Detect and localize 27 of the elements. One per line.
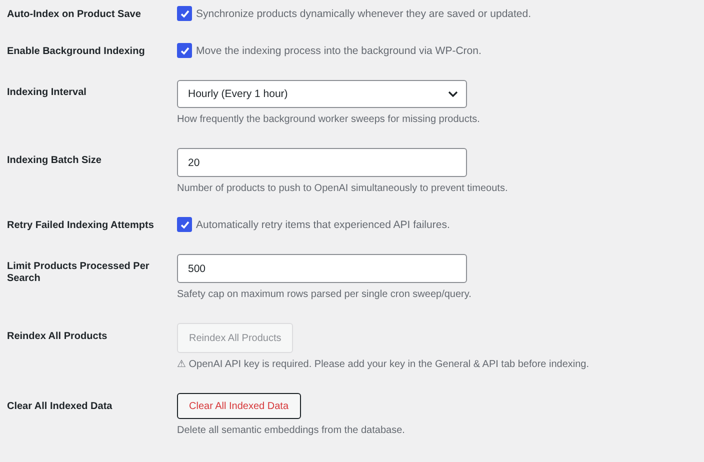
checkbox-label: Automatically retry items that experienced API failures. — [196, 218, 450, 230]
field-description: Number of products to push to OpenAI simultaneously to prevent timeouts. — [177, 183, 508, 195]
check-icon — [180, 46, 190, 56]
chevron-down-icon — [448, 91, 458, 97]
clear-data-button[interactable]: Clear All Indexed Data — [177, 393, 301, 419]
checkbox[interactable] — [177, 6, 192, 21]
field-description: ⚠ OpenAI API key is required. Please add your key in the General & API tab before indexing. — [177, 359, 590, 371]
setting-label: Indexing Interval — [7, 86, 88, 100]
field-description: Delete all semantic embeddings from the database. — [177, 425, 405, 437]
check-icon — [180, 8, 190, 18]
checkbox[interactable] — [177, 43, 192, 58]
field-description: How frequently the background worker sweeps for missing products. — [177, 114, 480, 126]
interval-select[interactable]: Hourly (Every 1 hour) — [177, 80, 467, 108]
checkbox[interactable] — [177, 217, 192, 232]
setting-label: Indexing Batch Size — [7, 154, 102, 168]
checkbox-label: Synchronize products dynamically whenever they are saved or updated. — [196, 8, 532, 20]
field-description: Safety cap on maximum rows parsed per single cron sweep/query. — [177, 289, 472, 301]
check-icon — [180, 220, 190, 230]
setting-label: Reindex All Products — [7, 330, 108, 344]
setting-label: Enable Background Indexing — [7, 45, 146, 58]
setting-label: Limit Products Processed Per Search — [7, 260, 150, 286]
input-field[interactable]: 20 — [177, 148, 467, 177]
setting-label: Clear All Indexed Data — [7, 400, 114, 414]
setting-label: Retry Failed Indexing Attempts — [7, 219, 155, 232]
checkbox-label: Move the indexing process into the background via WP-Cron. — [196, 44, 482, 56]
input-field[interactable]: 500 — [177, 254, 467, 283]
setting-label: Auto-Index on Product Save — [7, 8, 142, 21]
